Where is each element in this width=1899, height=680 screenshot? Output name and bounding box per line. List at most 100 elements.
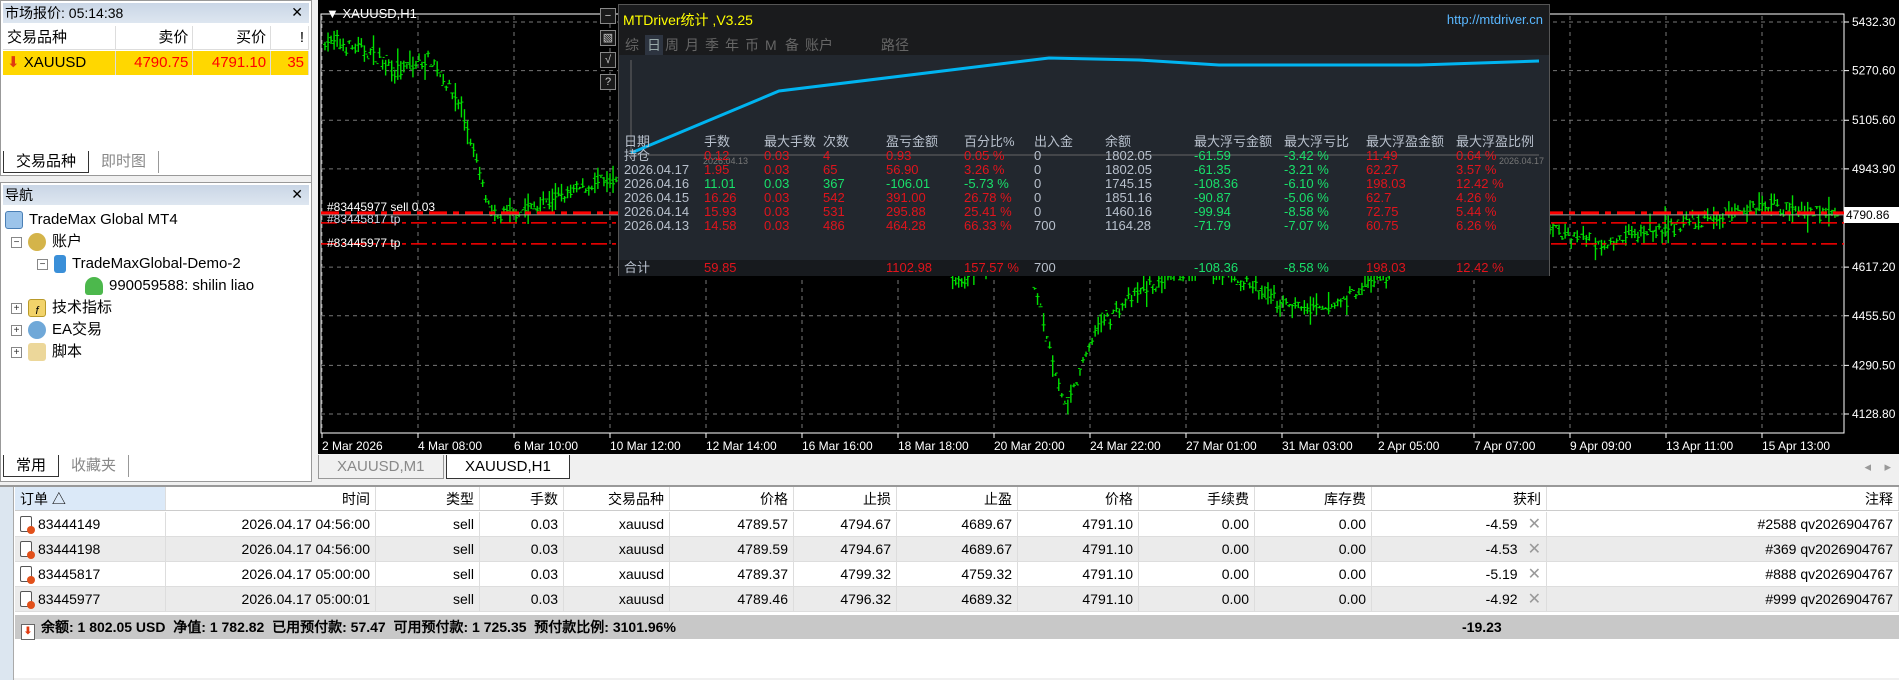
expand-icon[interactable]: + xyxy=(11,346,22,358)
time-tick-label: 13 Apr 11:00 xyxy=(1666,439,1733,453)
tab-symbols[interactable]: 交易品种 xyxy=(3,151,90,173)
order-row[interactable]: 83445817 2026.04.17 05:00:00 sell 0.03 xauus… xyxy=(15,562,1899,587)
col-header[interactable]: 手数 xyxy=(480,487,564,510)
close-order-icon[interactable]: ✕ xyxy=(1528,516,1541,533)
time-tick-label: 10 Mar 12:00 xyxy=(610,439,681,453)
tab-tick-chart[interactable]: 即时图 xyxy=(89,151,160,173)
close-icon[interactable]: ✕ xyxy=(291,186,303,203)
settings-button[interactable]: ▧ xyxy=(600,30,616,46)
price-bar xyxy=(1081,357,1086,363)
order-cell: 4789.57 xyxy=(737,516,788,532)
price-bar xyxy=(444,85,449,91)
collapse-icon[interactable]: − xyxy=(37,258,48,270)
tab-common[interactable]: 常用 xyxy=(3,455,60,477)
price-bar xyxy=(547,191,552,210)
price-bar xyxy=(1563,223,1568,239)
price-bar xyxy=(468,138,473,146)
symbol-row-xauusd[interactable]: ⬇ XAUUSD 4790.75 4791.10 35 xyxy=(3,51,309,75)
mtdriver-tab[interactable]: 日 xyxy=(645,35,663,55)
mtdriver-tab[interactable]: 币 xyxy=(745,35,759,55)
close-order-icon[interactable]: ✕ xyxy=(1528,591,1541,608)
price-bar xyxy=(410,56,415,78)
col-header[interactable]: 价格 xyxy=(670,487,794,510)
order-row[interactable]: 83444198 2026.04.17 04:56:00 sell 0.03 xauus… xyxy=(15,537,1899,562)
tab-favorites[interactable]: 收藏夹 xyxy=(59,455,130,477)
tree-indicators[interactable]: + f 技术指标 xyxy=(11,297,112,319)
mtdriver-tab[interactable]: 周 xyxy=(665,35,679,55)
col-header[interactable]: 获利 xyxy=(1372,487,1547,510)
order-cell: 2026.04.17 04:56:00 xyxy=(241,516,370,532)
stats-cell-max_lots: 0.03 xyxy=(764,162,790,177)
mtdriver-tab[interactable]: 季 xyxy=(705,35,719,55)
order-cell: 4794.67 xyxy=(840,516,891,532)
col-header[interactable]: 手续费 xyxy=(1139,487,1255,510)
col-header[interactable]: 类型 xyxy=(376,487,480,510)
close-order-icon[interactable]: ✕ xyxy=(1528,566,1541,583)
chart-menu-triangle-icon[interactable]: ▼ xyxy=(326,6,339,21)
stats-cell-lots: 15.93 xyxy=(704,204,737,219)
order-cell: 83445977 xyxy=(38,591,101,607)
scroll-left-icon[interactable]: ◂ xyxy=(1864,459,1871,475)
close-order-icon[interactable]: ✕ xyxy=(1528,541,1541,558)
time-tick-label: 27 Mar 01:00 xyxy=(1186,439,1257,453)
tab-xauusd-m1[interactable]: XAUUSD,M1 xyxy=(318,455,444,479)
price-bar xyxy=(1359,282,1364,296)
tab-xauusd-h1[interactable]: XAUUSD,H1 xyxy=(446,455,570,479)
col-header[interactable]: 库存费 xyxy=(1255,487,1372,510)
price-bar xyxy=(1369,275,1374,293)
order-row[interactable]: 83444149 2026.04.17 04:56:00 sell 0.03 xauus… xyxy=(15,512,1899,537)
stats-cell-count: 4 xyxy=(823,148,831,163)
terminal-side-bar[interactable] xyxy=(0,487,14,680)
order-cell: xauusd xyxy=(618,516,664,532)
col-ask[interactable]: 买价 xyxy=(193,26,272,49)
minimize-button[interactable]: − xyxy=(600,8,616,24)
price-bar xyxy=(1120,302,1125,311)
price-bar xyxy=(1672,224,1677,237)
col-symbol[interactable]: 交易品种 xyxy=(3,26,116,49)
stats-cell-mfp: 72.75 xyxy=(1366,204,1399,219)
tree-scripts-label: 脚本 xyxy=(52,343,83,360)
order-row[interactable]: 83445977 2026.04.17 05:00:01 sell 0.03 xauus… xyxy=(15,587,1899,612)
expand-icon[interactable]: + xyxy=(11,324,22,336)
collapse-icon[interactable]: − xyxy=(11,236,22,248)
col-header[interactable]: 注释 xyxy=(1547,487,1899,510)
col-header[interactable]: 止盈 xyxy=(897,487,1018,510)
col-header[interactable]: 订单 △ xyxy=(15,487,166,510)
mtdriver-tab[interactable]: 年 xyxy=(725,35,739,55)
stats-cell-date: 2026.04.14 xyxy=(624,204,690,219)
col-header[interactable]: 时间 xyxy=(166,487,376,510)
close-icon[interactable]: ✕ xyxy=(291,4,303,21)
tree-accounts[interactable]: − 账户 xyxy=(11,231,82,253)
balance-row: ⬇ 余额: 1 802.05 USD 净值: 1 782.82 已用预付款: 57… xyxy=(15,615,1899,640)
mtdriver-tab[interactable]: 综 xyxy=(625,35,639,55)
price-bar xyxy=(1353,293,1358,300)
mtdriver-tab[interactable]: 月 xyxy=(685,35,699,55)
check-button[interactable]: √ xyxy=(600,52,616,68)
order-cell: -5.19 xyxy=(1485,566,1518,582)
mtdriver-tab[interactable]: 路径 xyxy=(881,35,909,55)
price-bar xyxy=(1660,229,1665,244)
tree-scripts[interactable]: + 脚本 xyxy=(11,341,82,363)
mtdriver-tab[interactable]: M xyxy=(765,35,777,55)
expand-icon[interactable]: + xyxy=(11,302,22,314)
tree-server[interactable]: − TradeMaxGlobal-Demo-2 xyxy=(37,253,241,275)
col-header[interactable]: 止损 xyxy=(794,487,897,510)
scroll-right-icon[interactable]: ▸ xyxy=(1884,459,1891,475)
price-bar xyxy=(1317,305,1322,309)
tree-experts[interactable]: + EA交易 xyxy=(11,319,102,341)
help-button[interactable]: ? xyxy=(600,74,616,90)
col-header[interactable]: 价格 xyxy=(1018,487,1139,510)
col-bid[interactable]: 卖价 xyxy=(116,26,194,49)
stats-col-header: 次数 xyxy=(823,134,850,149)
tree-account[interactable]: 990059588: shilin liao xyxy=(85,275,254,297)
price-bar xyxy=(1056,378,1061,391)
mtdriver-tab[interactable]: 账户 xyxy=(805,35,833,55)
tree-root[interactable]: TradeMax Global MT4 xyxy=(5,209,178,231)
col-spread[interactable]: ! xyxy=(271,26,309,49)
price-bar xyxy=(1814,206,1819,210)
mtdriver-link[interactable]: http://mtdriver.cn xyxy=(1447,5,1543,35)
stats-cell-date: 持仓 xyxy=(624,148,651,163)
col-header[interactable]: 交易品种 xyxy=(564,487,670,510)
stats-cell-mfpp: 6.26 % xyxy=(1456,218,1497,233)
mtdriver-tab[interactable]: 备 xyxy=(785,35,799,55)
